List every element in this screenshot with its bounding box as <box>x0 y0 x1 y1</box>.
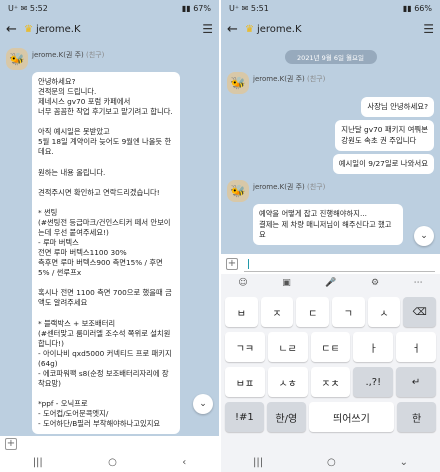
message-row: 사장님 안녕하세요? <box>221 97 440 118</box>
keyboard[interactable]: ☺ ▣ 🎤 ⚙ ⋯ ㅂ ㅈ ㄷ ㄱ ㅅ ⌫ ㄱㅋ ㄴㄹ ㄷㅌ ㅏ ㅓ ㅂㅍ ㅅㅎ… <box>221 274 440 452</box>
message-bubble[interactable]: 지난달 gv70 패키지 여쭤본 강원도 속초 권 주입니다 <box>335 120 434 152</box>
back-arrow-icon[interactable]: ← <box>227 22 245 37</box>
backspace-icon[interactable]: ⌫ <box>403 297 437 327</box>
date-divider: 2021년 9월 6일 월요일 <box>284 50 377 64</box>
status-bar: U⁺ ✉ 5:51 ▮▮ 66% <box>221 0 440 16</box>
enter-icon[interactable]: ↵ <box>396 367 436 397</box>
chat-title: ♛ jerome.K <box>24 23 81 35</box>
more-icon[interactable]: ⋯ <box>414 278 423 288</box>
key[interactable]: ㅈ <box>260 297 294 327</box>
keyboard-toolbar: ☺ ▣ 🎤 ⚙ ⋯ <box>221 274 440 292</box>
mic-icon[interactable]: 🎤 <box>325 278 336 288</box>
chat-header: ← ♛ jerome.K ☰ <box>221 16 440 42</box>
sender-row: 🐝 jerome.K(권 주) (친구) <box>0 42 219 70</box>
key-row: ㅂ ㅈ ㄷ ㄱ ㅅ ⌫ <box>221 297 440 327</box>
right-screenshot: U⁺ ✉ 5:51 ▮▮ 66% ← ♛ jerome.K ☰ 2021년 9월 … <box>221 0 440 472</box>
home-icon[interactable]: ○ <box>108 457 117 468</box>
avatar[interactable]: 🐝 <box>227 72 249 94</box>
key[interactable]: ㅂ <box>224 297 258 327</box>
menu-icon[interactable]: ☰ <box>423 22 434 36</box>
scroll-down-icon[interactable]: ⌄ <box>414 226 434 246</box>
key[interactable]: ㅂㅍ <box>225 367 265 397</box>
key[interactable]: !#1 <box>225 402 264 432</box>
key-row: ㄱㅋ ㄴㄹ ㄷㅌ ㅏ ㅓ <box>221 332 440 362</box>
plus-icon[interactable]: + <box>5 438 17 450</box>
space-key[interactable]: 띄어쓰기 <box>308 402 395 432</box>
sender-row: 🐝 jerome.K(권 주) (친구) <box>221 66 440 94</box>
chat-header: ← ♛ jerome.K ☰ <box>0 16 219 42</box>
text-cursor <box>248 259 249 269</box>
key[interactable]: ㅅ <box>367 297 401 327</box>
message-input[interactable] <box>244 256 435 272</box>
input-bar[interactable]: + <box>0 436 219 452</box>
message-row: 지난달 gv70 패키지 여쭤본 강원도 속초 권 주입니다 <box>221 120 440 152</box>
key-row: ㅂㅍ ㅅㅎ ㅈㅊ .,?! ↵ <box>221 367 440 397</box>
key[interactable]: ㄴㄹ <box>267 332 308 362</box>
key[interactable]: ㅏ <box>353 332 394 362</box>
recent-apps-icon[interactable]: ||| <box>253 457 263 468</box>
input-bar[interactable]: + <box>221 254 440 274</box>
recent-apps-icon[interactable]: ||| <box>33 457 43 468</box>
crown-icon: ♛ <box>245 23 254 35</box>
chat-title: ♛ jerome.K <box>245 23 302 35</box>
status-left: U⁺ ✉ 5:51 <box>229 3 269 13</box>
status-right: ▮▮ 67% <box>181 3 211 13</box>
system-nav-bar: ||| ○ ‹ <box>0 452 219 472</box>
key[interactable]: .,?! <box>353 367 394 397</box>
chat-area[interactable]: 🐝 jerome.K(권 주) (친구) 안녕하세요? 견적문의 드립니다. 제… <box>0 42 219 442</box>
sender-name: jerome.K(권 주) (친구) <box>32 51 105 59</box>
message-bubble[interactable]: 예시일이 9/27일로 나와서요 <box>332 154 434 175</box>
home-icon[interactable]: ○ <box>327 457 336 468</box>
plus-icon[interactable]: + <box>226 258 238 270</box>
key[interactable]: ㄱ <box>332 297 365 327</box>
message-bubble[interactable]: 안녕하세요? 견적문의 드립니다. 제네시스 gv70 포럼 카페에서 너무 꼼… <box>32 72 180 435</box>
back-arrow-icon[interactable]: ← <box>6 22 24 37</box>
key[interactable]: ㅓ <box>396 332 436 362</box>
key[interactable]: ㄷㅌ <box>310 332 351 362</box>
key[interactable]: ㄱㅋ <box>225 332 265 362</box>
sender-name: jerome.K(권 주) (친구) <box>253 183 326 192</box>
key-row: !#1 한/영 띄어쓰기 한 <box>221 402 440 432</box>
message-bubble[interactable]: 예약을 어떻게 잡고 진행해야하지... 결제는 제 차량 매니저님이 해주신다… <box>253 204 403 245</box>
key[interactable]: ㅈㅊ <box>310 367 351 397</box>
system-nav-bar: ||| ○ ⌄ <box>221 452 440 472</box>
scroll-down-icon[interactable]: ⌄ <box>193 394 213 414</box>
status-right: ▮▮ 66% <box>402 3 432 13</box>
message-row: 예시일이 9/27일로 나와서요 <box>221 154 440 175</box>
key[interactable]: 한/영 <box>266 402 306 432</box>
keyboard-hide-icon[interactable]: ⌄ <box>400 457 408 468</box>
message-bubble[interactable]: 사장님 안녕하세요? <box>361 97 434 118</box>
key[interactable]: ㄷ <box>296 297 329 327</box>
left-screenshot: U⁺ ✉ 5:52 ▮▮ 67% ← ♛ jerome.K ☰ 🐝 jerome.… <box>0 0 219 472</box>
sticker-icon[interactable]: ▣ <box>282 278 291 288</box>
chat-area[interactable]: 2021년 9월 6일 월요일 🐝 jerome.K(권 주) (친구) 사장님… <box>221 42 440 254</box>
crown-icon: ♛ <box>24 23 33 35</box>
back-nav-icon[interactable]: ‹ <box>182 457 186 468</box>
emoji-icon[interactable]: ☺ <box>238 278 247 288</box>
status-left: U⁺ ✉ 5:52 <box>8 3 48 13</box>
sender-row: 🐝 jerome.K(권 주) (친구) <box>221 174 440 203</box>
avatar[interactable]: 🐝 <box>6 48 28 70</box>
gear-icon[interactable]: ⚙ <box>371 278 379 288</box>
avatar[interactable]: 🐝 <box>227 180 249 203</box>
key[interactable]: ㅅㅎ <box>267 367 308 397</box>
key[interactable]: 한 <box>397 402 436 432</box>
menu-icon[interactable]: ☰ <box>202 22 213 36</box>
sender-name: jerome.K(권 주) (친구) <box>253 75 326 83</box>
status-bar: U⁺ ✉ 5:52 ▮▮ 67% <box>0 0 219 16</box>
